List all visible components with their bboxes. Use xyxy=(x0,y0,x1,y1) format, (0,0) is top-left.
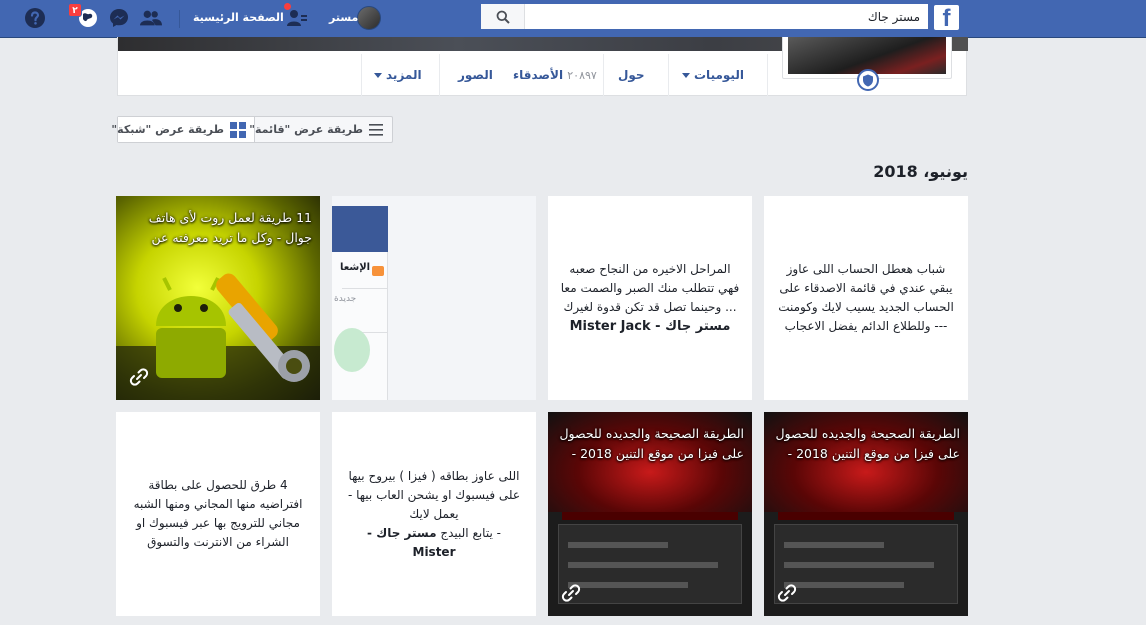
tab-more[interactable]: المزيد xyxy=(374,54,422,96)
friend-requests-dot xyxy=(283,2,292,11)
profile-avatar[interactable] xyxy=(357,6,381,30)
home-link[interactable]: الصفحة الرئيسية xyxy=(193,0,284,38)
tab-divider xyxy=(603,54,604,96)
screenshot-divider xyxy=(342,288,388,289)
tab-about[interactable]: حول xyxy=(618,54,645,96)
chevron-down-icon xyxy=(374,73,382,78)
view-toggle: طريقة عرض "شبكة" طريقة عرض "قائمة" xyxy=(111,116,393,143)
post-text: شباب هعطل الحساب اللى عاوز يبقي عندي في … xyxy=(778,262,954,333)
post-title: 11 طريقة لعمل روت لأى هاتف جوال - وكل ما… xyxy=(148,210,312,245)
tab-timeline[interactable]: اليوميات xyxy=(682,54,744,96)
friends-count: ٢٠٨٩٧ xyxy=(567,69,597,82)
friend-requests-icon xyxy=(287,10,307,26)
forum-nav-bar xyxy=(562,512,738,520)
profile-guard-shield xyxy=(857,69,879,91)
question-icon xyxy=(25,8,45,28)
search-button[interactable] xyxy=(481,4,525,29)
friends-icon xyxy=(140,10,162,26)
search-box xyxy=(481,4,928,29)
post-tile[interactable]: المراحل الاخيره من النجاح صعبه فهي تتطلب… xyxy=(548,196,752,400)
forum-form-field xyxy=(568,562,718,568)
screenshot-orange-mark xyxy=(372,266,384,276)
messenger-icon xyxy=(110,9,128,27)
post-text: اللى عاوز بطاقه ( فيزا ) بيروح بيها على … xyxy=(347,468,521,559)
post-tile[interactable]: 4 طرق للحصول على بطاقة افتراضيه منها الم… xyxy=(116,412,320,616)
forum-form-field xyxy=(568,542,668,548)
grid-view-button[interactable]: طريقة عرض "شبكة" xyxy=(111,117,255,142)
post-title: الطريقة الصحيحة والجديده للحصول على فيزا… xyxy=(775,426,960,461)
screenshot-green-circle xyxy=(334,328,370,372)
link-icon xyxy=(561,584,581,602)
list-icon xyxy=(369,124,383,136)
forum-form-field xyxy=(784,582,904,588)
forum-form-field xyxy=(784,542,884,548)
shield-icon xyxy=(863,74,873,86)
post-tile-image[interactable]: الطريقة الصحيحة والجديده للحصول على فيزا… xyxy=(548,412,752,616)
post-title: الطريقة الصحيحة والجديده للحصول على فيزا… xyxy=(559,426,744,461)
profile-tabs: اليوميات حول ٢٠٨٩٧ الأصدقاء الصور المزيد xyxy=(361,54,768,96)
help-button[interactable] xyxy=(24,7,46,29)
post-tile-image[interactable]: الطريقة الصحيحة والجديده للحصول على فيزا… xyxy=(764,412,968,616)
profile-link[interactable]: مستر xyxy=(329,0,358,38)
list-view-button[interactable]: طريقة عرض "قائمة" xyxy=(249,117,392,142)
post-text: المراحل الاخيره من النجاح صعبه فهي تتطلب… xyxy=(560,262,740,334)
notification-badge: ٢ xyxy=(68,3,82,17)
screenshot-tab-label: الإشعا xyxy=(340,262,371,273)
topbar-divider xyxy=(179,10,180,28)
post-tile[interactable]: اللى عاوز بطاقه ( فيزا ) بيروح بيها على … xyxy=(332,412,536,616)
tab-photos[interactable]: الصور xyxy=(458,54,493,96)
post-tile-image[interactable]: 11 طريقة لعمل روت لأى هاتف جوال - وكل ما… xyxy=(116,196,320,400)
tab-divider xyxy=(767,54,768,96)
search-input[interactable] xyxy=(523,4,928,29)
messenger-button[interactable] xyxy=(108,7,130,29)
forum-form-field xyxy=(568,582,688,588)
tab-divider xyxy=(668,54,669,96)
forum-form-field xyxy=(784,562,934,568)
profile-header: اليوميات حول ٢٠٨٩٧ الأصدقاء الصور المزيد xyxy=(117,37,968,96)
screenshot-header-bar xyxy=(332,206,388,252)
chevron-down-icon xyxy=(682,73,690,78)
post-tile-image[interactable]: الإشعا جديدة xyxy=(332,196,536,400)
post-tile[interactable]: شباب هعطل الحساب اللى عاوز يبقي عندي في … xyxy=(764,196,968,400)
section-date-heading: يونيو، 2018 xyxy=(873,162,968,181)
top-bar: f مستر الصفحة الرئيسية xyxy=(0,0,1146,38)
forum-nav-bar xyxy=(778,512,954,520)
post-text: 4 طرق للحصول على بطاقة افتراضيه منها الم… xyxy=(133,478,303,549)
link-icon xyxy=(129,368,149,386)
tab-friends[interactable]: ٢٠٨٩٧ الأصدقاء xyxy=(513,54,597,96)
link-icon xyxy=(777,584,797,602)
tab-divider xyxy=(439,54,440,96)
screenshot-tab-label: جديدة xyxy=(334,294,357,304)
search-icon xyxy=(496,10,510,24)
facebook-logo[interactable]: f xyxy=(934,5,959,30)
post-author: مستر جاك - Mister Jack xyxy=(569,319,731,334)
grid-icon xyxy=(230,122,246,138)
friends-button[interactable] xyxy=(140,7,162,29)
